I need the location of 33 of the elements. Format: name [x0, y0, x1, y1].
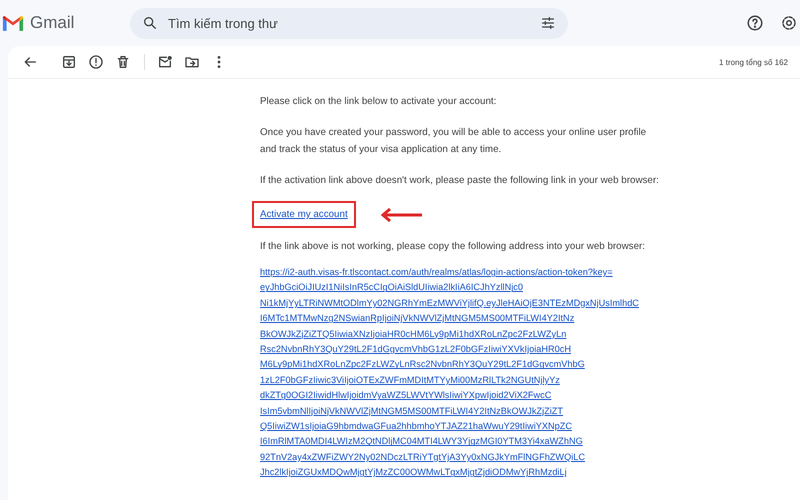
mark-unread-icon[interactable] [157, 54, 173, 70]
help-icon[interactable] [746, 14, 764, 32]
activation-url-link[interactable]: I6ImRlMTA0MDI4LWIzM2QtNDljMC04MTI4LWY3YjgzMGI0YTM3Yi4xaWZhNG [260, 434, 583, 450]
activation-url-link[interactable]: BkOWJkZjZiZTQ5IiwiaXNzIjoiaHR0cHM6Ly9pMi1hdXRoLnZpc2FzLWZyLn [260, 326, 566, 342]
search-field[interactable]: Tìm kiếm trong thư [130, 8, 568, 38]
activation-url-link[interactable]: dkZTg0OGI2IiwidHlwIjoidmVyaWZ5LWVtYWlsIiwiYXpwIjoid2ViX2FwcC [260, 388, 552, 404]
email-paragraph: Once you have created your password, you will be able to access your online user profile and track the status of your visa application at any time. [260, 126, 648, 157]
app-name: Gmail [30, 13, 74, 33]
settings-icon[interactable] [780, 14, 798, 32]
activation-url-link[interactable]: Jhc2lkIjoiZGUxMDQwMjgtYjMzZC00OWMwLTgxMjgtZjdiODMwYjRhMzdiLj [260, 465, 567, 481]
activation-url-link[interactable]: 1zL2F0bGFzIiwic3ViIjoiOTExZWFmMDItMTYyMi00MzRlLTk2NGUtNjlyYz [260, 372, 560, 388]
search-icon[interactable] [142, 15, 158, 31]
activation-url-link[interactable]: Rsc2NvbnRhY3QuY29tL2F1dGgvcmVhbG1zL2F0bGFzIiwiYXVkIjoiaHR0cH [260, 342, 571, 358]
report-spam-icon[interactable] [88, 54, 104, 70]
activation-link[interactable]: Activate my account [260, 209, 348, 220]
message-counter: 1 trong tổng số 162 [719, 58, 788, 66]
filter-sliders-icon[interactable] [540, 15, 556, 31]
email-paragraph: Please click on the link below to activate your account: [260, 95, 498, 109]
search-input[interactable]: Tìm kiếm trong thư [168, 16, 530, 30]
activation-url-link[interactable]: Ni1kMjYyLTRiNWMtODlmYy02NGRhYmEzMWViYjlifQ.eyJleHAiOjE3NTEzMDgxNjUsImlhdC [260, 296, 639, 312]
email-paragraph: If the activation link above doesn't work, please paste the following link in your web browser: [260, 174, 660, 188]
activation-url-link[interactable]: Q5IiwiZW1sIjoiaG9hbmdwaGFua2hhbmhoYTJAZ21haWwuY29tIiwiYXNpZC [260, 419, 572, 434]
pointer-arrow-icon [380, 208, 424, 222]
delete-icon[interactable] [115, 54, 131, 70]
gmail-logo-icon[interactable] [2, 14, 24, 32]
activation-url-link[interactable]: I6MTc1MTMwNzg2NSwianRpIjoiNjVkNWVlZjMtNGM5MS00MTFiLWI4Y2ItNz [260, 311, 574, 327]
archive-icon[interactable] [61, 54, 77, 70]
activation-url-link[interactable]: eyJhbGciOiJIUzI1NiIsInR5cCIgOiAiSldUIiwia2lkIiA6ICJhYzllNjc0 [260, 280, 523, 296]
email-paragraph: If the link above is not working, please copy the following address into your web browser: [260, 240, 646, 254]
activation-url-link[interactable]: IsIm5vbmNlIjoiNjVkNWVlZjMtNGM5MS00MTFiLWI4Y2ItNzBkOWJkZjZiZT [260, 404, 564, 420]
activation-url-link[interactable]: 92TnV2ay4xZWFiZWY2Ny02NDczLTRiYTgtYjA3Yy0xNGJkYmFlNGFhZWQiLC [260, 450, 586, 466]
activation-url-link[interactable]: M6Ly9pMi1hdXRoLnZpc2FzLWZyLnRsc2NvbnRhY3QuY29tL2F1dGgvcmVhbG [260, 357, 585, 373]
activation-url-link[interactable]: https://i2-auth.visas-fr.tlscontact.com/auth/realms/atlas/login-actions/action-token?key= [260, 265, 613, 280]
